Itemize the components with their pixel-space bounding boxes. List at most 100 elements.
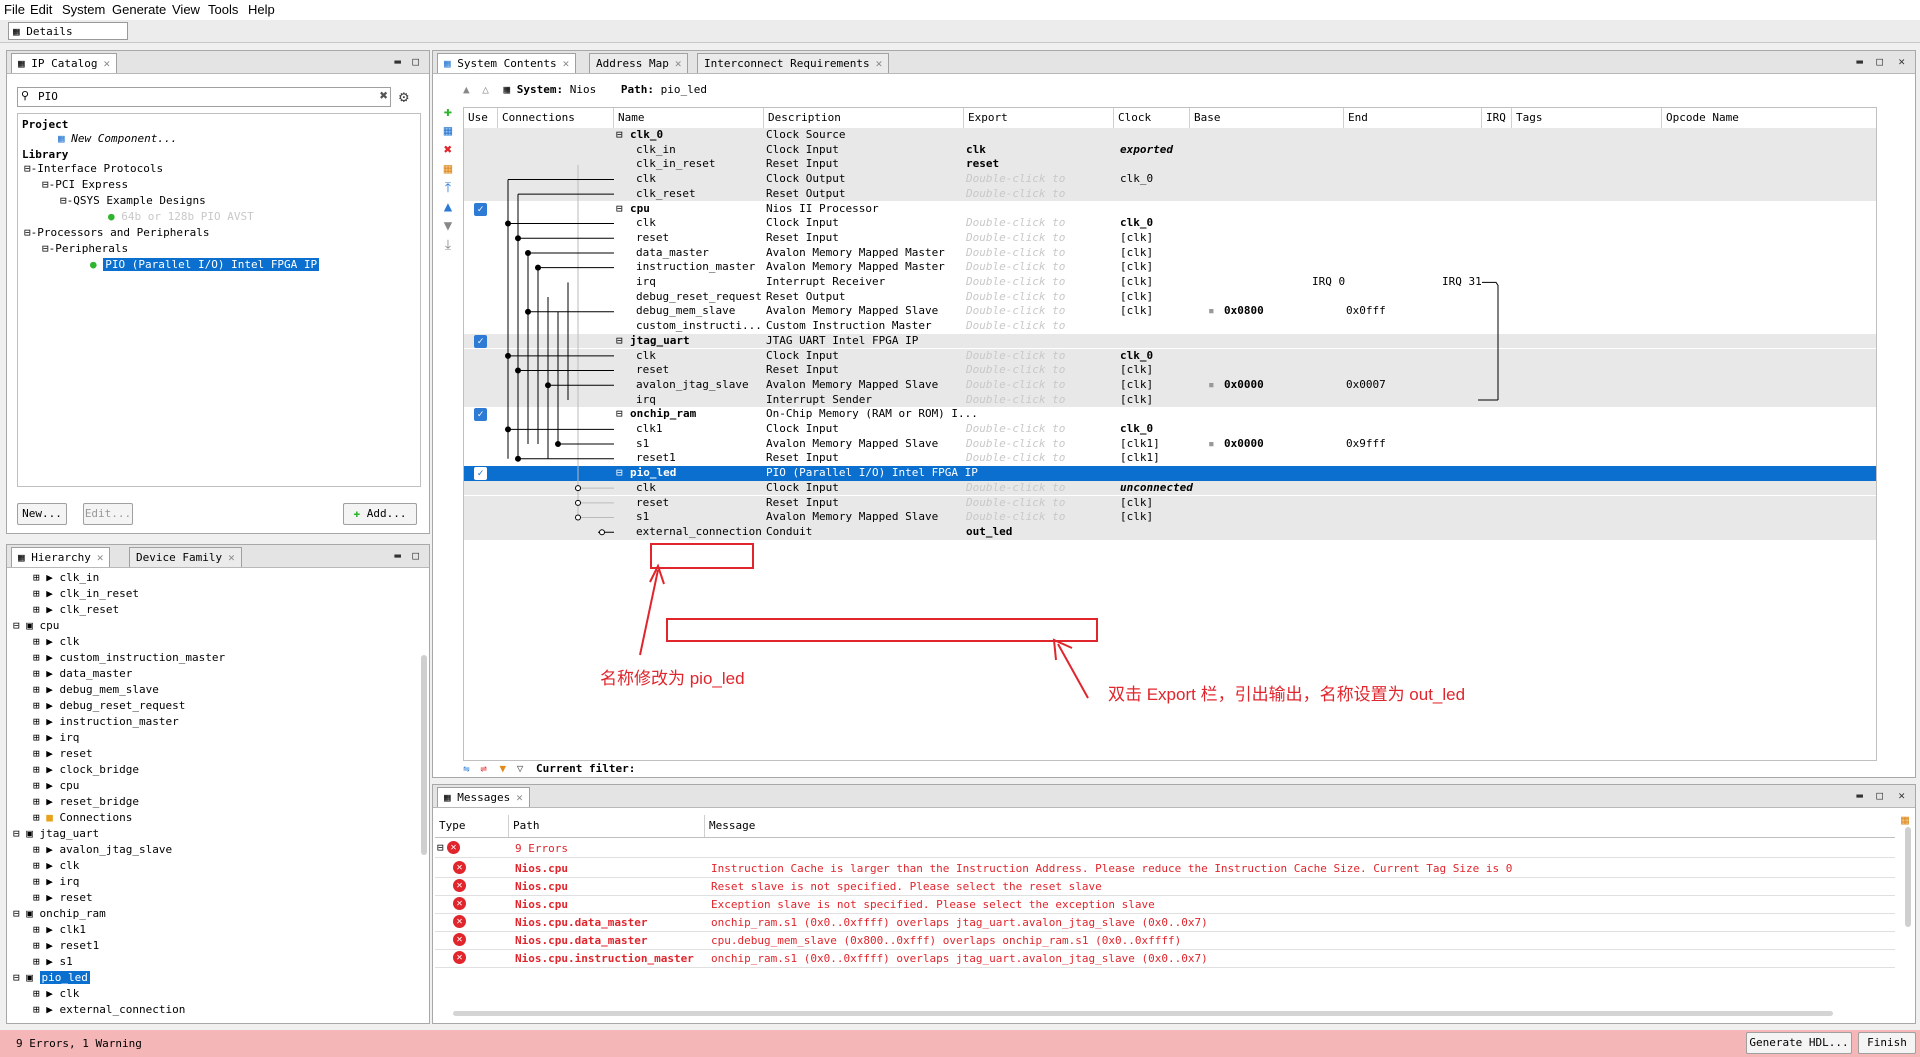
port-row[interactable]: s1 Avalon Memory Mapped Slave Double-click… — [464, 510, 1876, 525]
connection-dot[interactable] — [525, 249, 531, 256]
menu-file[interactable]: File — [4, 2, 25, 17]
export-value[interactable]: out_led — [966, 525, 1012, 540]
collapse-icon[interactable]: ⊟ — [24, 226, 31, 239]
col-clock[interactable]: Clock — [1114, 108, 1190, 128]
tab-address-map[interactable]: Address Map ✕ — [589, 53, 689, 73]
expand-icon[interactable]: ⊞ — [33, 731, 40, 744]
export-value[interactable]: Double-click to — [966, 496, 1065, 511]
port-row[interactable]: data_master Avalon Memory Mapped Master Do… — [464, 245, 1876, 261]
expand-icon[interactable]: ⊞ — [33, 779, 40, 792]
connection-dot[interactable] — [599, 529, 605, 536]
connection-dot[interactable] — [545, 382, 551, 389]
hierarchy-item[interactable]: ⊞ ▶ reset_bridge — [33, 795, 139, 808]
close-icon[interactable]: ✕ — [516, 791, 523, 804]
maximize-icon[interactable]: □ — [412, 55, 419, 68]
tree-item-pio[interactable]: ● PIO (Parallel I/O) Intel FPGA IP — [90, 258, 320, 271]
tab-device-family[interactable]: Device Family ✕ — [129, 547, 242, 567]
expand-icon[interactable]: ⊞ — [33, 683, 40, 696]
hierarchy-item[interactable]: ⊞ ▶ clock_bridge — [33, 763, 139, 776]
menu-tools[interactable]: Tools — [208, 2, 238, 17]
export-value[interactable]: Double-click to — [966, 422, 1065, 437]
expand-icon[interactable]: ⊞ — [33, 1003, 40, 1016]
expand-icon[interactable]: ⊞ — [33, 747, 40, 760]
port-row[interactable]: reset1 Reset Input Double-click to [clk1] — [464, 451, 1876, 467]
connection-dot[interactable] — [575, 499, 581, 506]
hierarchy-item[interactable]: ⊟ ▣ pio_led — [13, 971, 90, 984]
expand-icon[interactable]: ⊞ — [33, 923, 40, 936]
collapse-icon[interactable]: ⊟ — [42, 242, 49, 255]
connection-dot[interactable] — [575, 514, 581, 521]
expand-icon[interactable]: ⊞ — [33, 811, 40, 824]
hierarchy-item[interactable]: ⊞ ▶ clk — [33, 635, 79, 648]
use-checkbox[interactable]: ✓ — [474, 408, 487, 422]
expand-icon[interactable]: ⊞ — [33, 651, 40, 664]
expand-icon[interactable]: ⊞ — [33, 875, 40, 888]
move-bottom-icon[interactable]: ⤓ — [439, 236, 457, 255]
expand-icon[interactable]: ⊞ — [33, 891, 40, 904]
hierarchy-item[interactable]: ⊟ ▣ cpu — [13, 619, 59, 632]
col-use[interactable]: Use — [464, 108, 498, 128]
message-row[interactable]: ✕ Nios.cpu.data_master cpu.debug_mem_slave… — [435, 931, 1895, 950]
message-row[interactable]: ✕ Nios.cpu Reset slave is not specified. P… — [435, 877, 1895, 896]
tab-hierarchy[interactable]: ▦ Hierarchy ✕ — [11, 547, 111, 567]
hierarchy-item[interactable]: ⊞ ▶ data_master — [33, 667, 132, 680]
collapse-icon[interactable]: ⊟ — [42, 178, 49, 191]
port-row[interactable]: debug_mem_slave Avalon Memory Mapped Slav… — [464, 304, 1876, 320]
module-row[interactable]: ✓ ⊟ pio_led PIO (Parallel I/O) Intel FPGA I… — [464, 466, 1876, 481]
connection-dot[interactable] — [505, 220, 511, 227]
maximize-icon[interactable]: □ — [1876, 55, 1883, 68]
hierarchy-item[interactable]: ⊞ ▶ irq — [33, 731, 79, 744]
move-up-icon[interactable]: ▲ — [439, 198, 457, 217]
filter-ft-icon[interactable]: ⇌ — [480, 762, 487, 775]
port-row[interactable]: clk Clock Input Double-click to unconnected — [464, 480, 1876, 496]
col-path[interactable]: Path — [509, 815, 705, 837]
hierarchy-item[interactable]: ⊟ ▣ jtag_uart — [13, 827, 99, 840]
port-row[interactable]: instruction_master Avalon Memory Mapped M… — [464, 260, 1876, 275]
hierarchy-item[interactable]: ⊞ ▶ external_connection — [33, 1003, 185, 1016]
collapse-icon[interactable]: ⊟ — [437, 841, 444, 854]
minimize-icon[interactable]: ▬ — [394, 55, 401, 68]
port-row[interactable]: clk Clock Input Double-click to clk_0 — [464, 216, 1876, 231]
connection-dot[interactable] — [535, 264, 541, 271]
use-checkbox[interactable]: ✓ — [474, 467, 487, 481]
connection-dot[interactable] — [505, 352, 511, 359]
collapse-icon[interactable]: ⊟ — [13, 827, 20, 840]
minimize-icon[interactable]: ▬ — [1856, 789, 1863, 802]
move-down-icon[interactable]: ▼ — [439, 217, 457, 236]
col-tags[interactable]: Tags — [1512, 108, 1662, 128]
menu-help[interactable]: Help — [248, 2, 275, 17]
col-connections[interactable]: Connections — [498, 108, 614, 128]
connection-dot[interactable] — [505, 426, 511, 433]
messages-scrollbar[interactable] — [1905, 827, 1911, 927]
expand-icon[interactable]: ⊞ — [33, 571, 40, 584]
messages-filter-icon[interactable]: ▦ — [1901, 813, 1909, 828]
connection-dot[interactable] — [575, 485, 581, 492]
export-value[interactable]: Double-click to — [966, 246, 1065, 261]
port-row[interactable]: debug_reset_request Reset Output Double-cl… — [464, 289, 1876, 305]
menu-generate[interactable]: Generate — [112, 2, 166, 17]
hierarchy-item[interactable]: ⊞ ▶ cpu — [33, 779, 79, 792]
tree-item-qsys-example[interactable]: ⊟-QSYS Example Designs — [60, 194, 206, 207]
expand-icon[interactable]: ⊞ — [33, 603, 40, 616]
hierarchy-item[interactable]: ⊞ ▶ debug_reset_request — [33, 699, 185, 712]
port-row[interactable]: custom_instructi... Custom Instruction Ma… — [464, 319, 1876, 334]
close-icon[interactable]: ✕ — [228, 551, 235, 564]
export-value[interactable]: Double-click to — [966, 393, 1065, 408]
tree-item-processors[interactable]: ⊟-Processors and Peripherals — [24, 226, 209, 239]
export-value[interactable]: Double-click to — [966, 216, 1065, 231]
export-value[interactable]: Double-click to — [966, 363, 1065, 378]
collapse-icon[interactable]: ⊟ — [13, 619, 20, 632]
use-checkbox[interactable]: ✓ — [474, 334, 487, 348]
tree-item-peripherals[interactable]: ⊟-Peripherals — [42, 242, 128, 255]
port-row[interactable]: clk Clock Input Double-click to clk_0 — [464, 348, 1876, 364]
clear-search-icon[interactable]: ✖ — [380, 88, 388, 104]
lock-icon[interactable]: ▪ — [1208, 304, 1215, 319]
messages-hscrollbar[interactable] — [453, 1011, 1833, 1016]
connection-dot[interactable] — [555, 441, 561, 448]
message-row[interactable]: ✕ Nios.cpu Instruction Cache is larger tha… — [435, 859, 1895, 878]
col-irq[interactable]: IRQ — [1482, 108, 1512, 128]
col-export[interactable]: Export — [964, 108, 1114, 128]
port-row[interactable]: avalon_jtag_slave Avalon Memory Mapped Sl… — [464, 377, 1876, 393]
hierarchy-item[interactable]: ⊞ ■ Connections — [33, 811, 132, 824]
expand-icon[interactable]: ⊞ — [33, 587, 40, 600]
